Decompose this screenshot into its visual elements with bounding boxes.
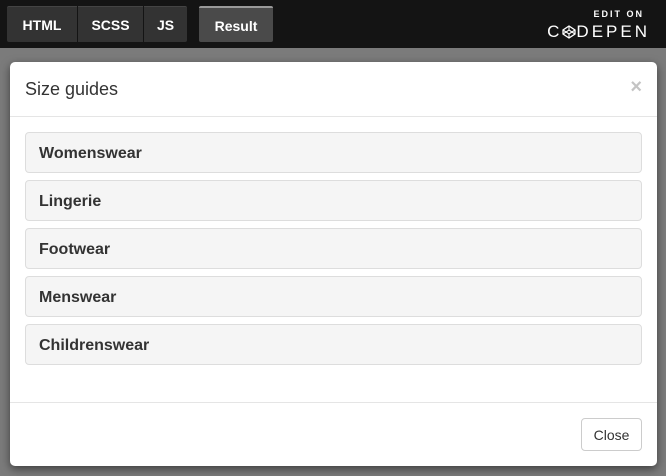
close-icon[interactable]: × (630, 76, 642, 99)
panel-womenswear[interactable]: Womenswear (25, 132, 642, 173)
editor-topbar: HTML SCSS JS Result EDIT ON C DEPEN (0, 0, 666, 48)
modal-body: Womenswear Lingerie Footwear Menswear Ch… (25, 132, 642, 372)
tab-scss[interactable]: SCSS (78, 6, 143, 42)
close-button[interactable]: Close (581, 418, 642, 451)
tab-js[interactable]: JS (144, 6, 187, 42)
codepen-cube-icon (562, 25, 577, 39)
codepen-brand-prefix: C (547, 22, 563, 41)
panel-childrenswear[interactable]: Childrenswear (25, 324, 642, 365)
codepen-brand-suffix: DEPEN (576, 22, 650, 41)
panel-menswear[interactable]: Menswear (25, 276, 642, 317)
tab-html[interactable]: HTML (7, 6, 77, 42)
codepen-wordmark: C DEPEN (540, 21, 650, 43)
size-guides-modal: Size guides × Womenswear Lingerie Footwe… (10, 62, 657, 466)
edit-on-codepen-link[interactable]: EDIT ON C DEPEN (540, 8, 650, 42)
edit-on-label: EDIT ON (593, 9, 644, 19)
modal-header: Size guides × (10, 62, 657, 117)
panel-footwear[interactable]: Footwear (25, 228, 642, 269)
panel-lingerie[interactable]: Lingerie (25, 180, 642, 221)
modal-footer: Close (10, 402, 657, 466)
modal-title: Size guides (25, 79, 119, 99)
tab-result[interactable]: Result (199, 6, 273, 42)
